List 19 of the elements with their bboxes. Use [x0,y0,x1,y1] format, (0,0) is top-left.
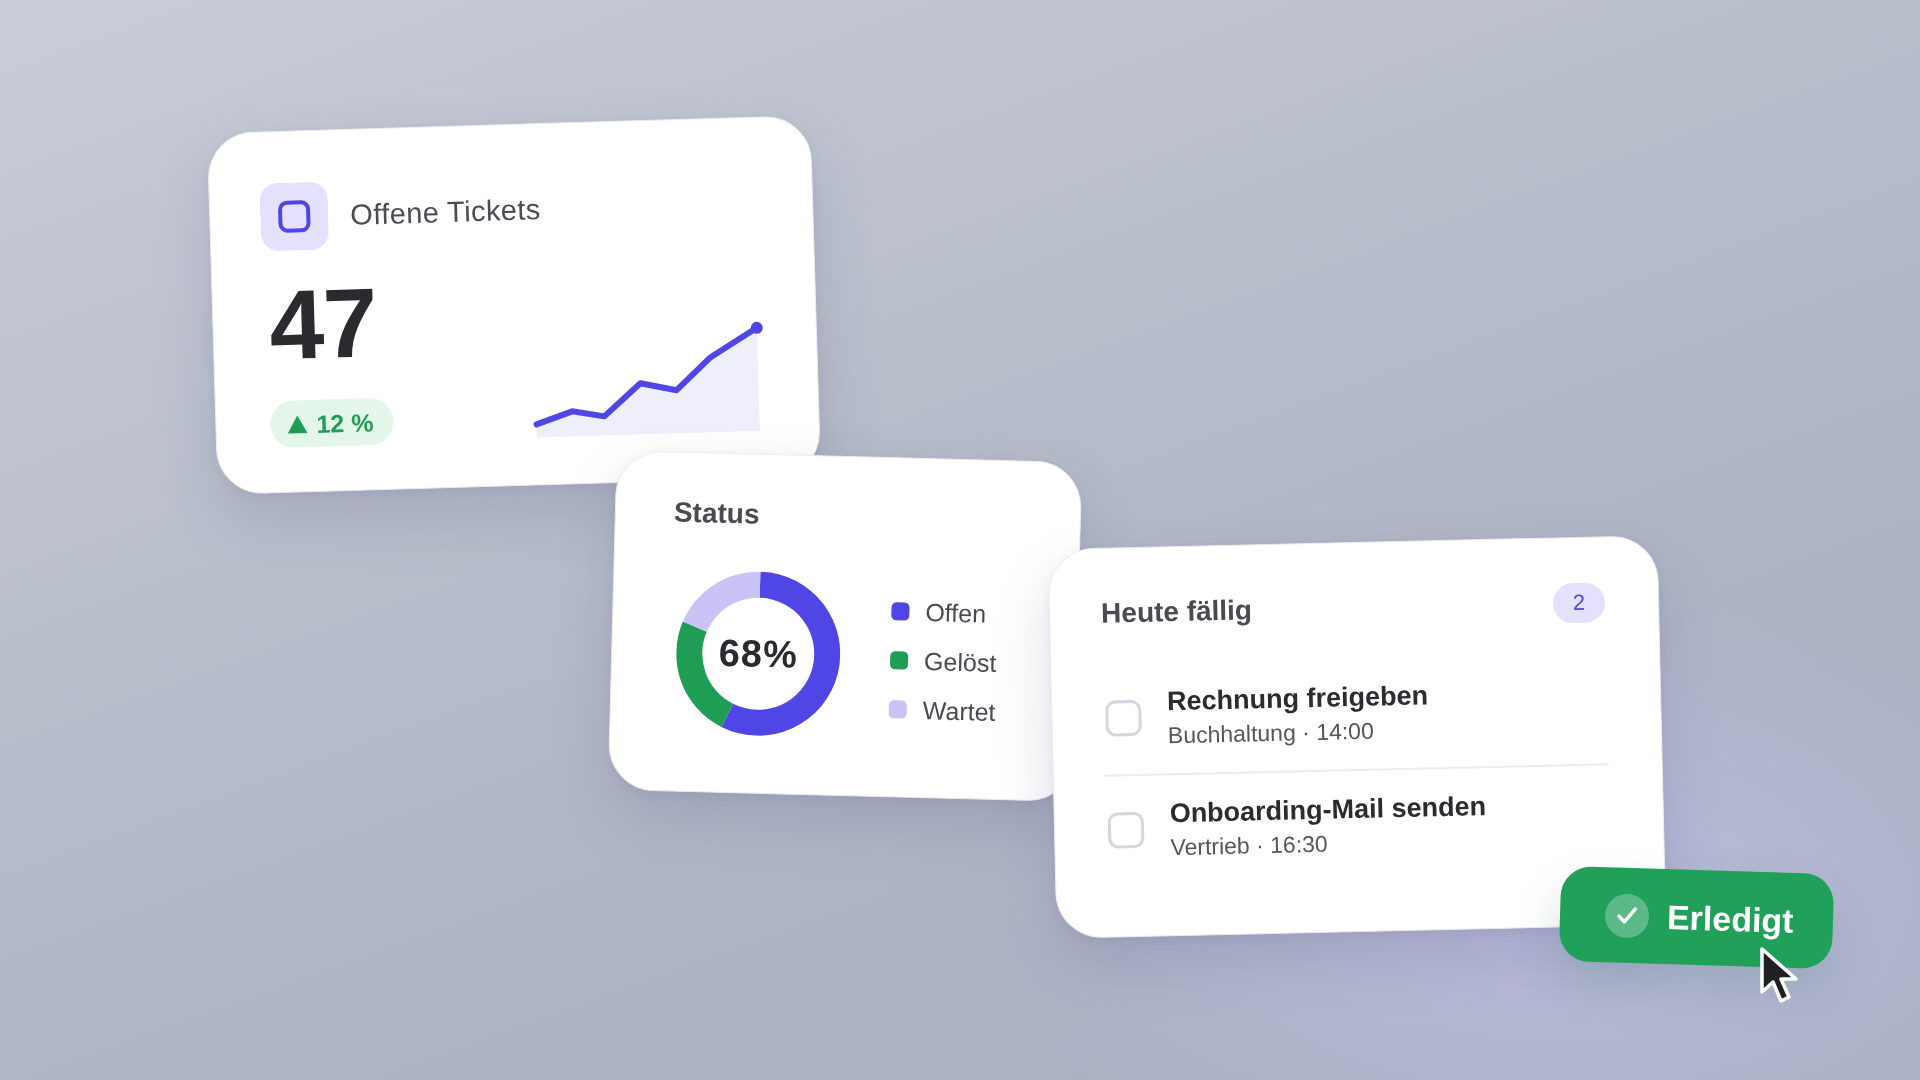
task-title: Rechnung freigeben [1166,679,1429,719]
card-title: Status [673,496,761,532]
check-circle-icon [1604,892,1650,939]
task-meta: Buchhaltung · 14:00 [1167,716,1375,750]
done-button[interactable]: Erledigt [1558,865,1835,970]
task-title: Onboarding-Mail senden [1169,790,1487,831]
card-title: Heute fällig [1100,593,1253,631]
legend-label: Offen [925,597,987,629]
ticket-count: 47 [266,274,378,374]
task-meta: Vertrieb · 16:30 [1170,829,1328,862]
task-checkbox[interactable] [1105,699,1142,737]
card-title: Offene Tickets [349,192,542,232]
square-icon [259,181,330,252]
task-checkbox[interactable] [1107,811,1145,849]
count-badge: 2 [1552,582,1606,624]
percent-change: 12 % [316,406,374,439]
legend-label: Gelöst [923,646,997,678]
percentage-label: 68% [718,630,799,677]
legend-label: Wartet [922,695,996,727]
